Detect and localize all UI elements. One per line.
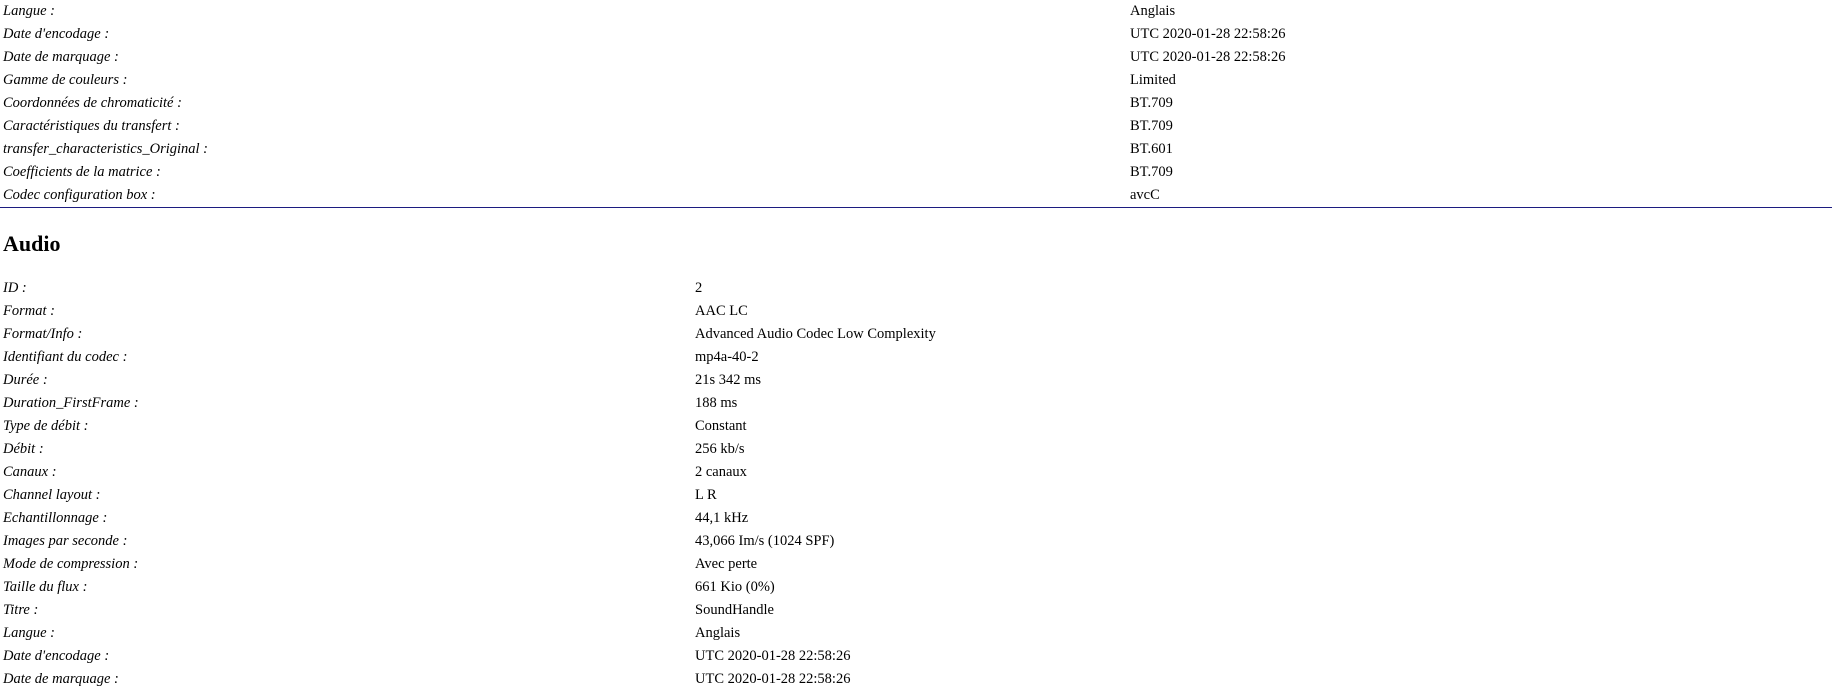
property-value: UTC 2020-01-28 22:58:26 — [1130, 26, 1286, 42]
property-value: BT.601 — [1130, 141, 1173, 157]
property-value: avcC — [1130, 187, 1160, 203]
property-value: Anglais — [695, 625, 741, 641]
property-label: Codec configuration box : — [3, 187, 156, 203]
property-value: 661 Kio (0%) — [695, 579, 775, 595]
property-label: Date de marquage : — [3, 49, 119, 65]
property-label: Canaux : — [3, 464, 57, 480]
property-label: Gamme de couleurs : — [3, 72, 128, 88]
property-label: Images par seconde : — [3, 533, 128, 549]
property-value: Anglais — [1130, 3, 1176, 19]
property-label: Coefficients de la matrice : — [3, 164, 161, 180]
property-label: Format/Info : — [3, 326, 83, 342]
property-value: AAC LC — [695, 303, 748, 319]
property-label: Titre : — [3, 602, 39, 618]
property-label: Coordonnées de chromaticité : — [3, 95, 182, 111]
property-value: UTC 2020-01-28 22:58:26 — [695, 648, 851, 664]
property-value: UTC 2020-01-28 22:58:26 — [1130, 49, 1286, 65]
property-value: 256 kb/s — [695, 441, 745, 457]
property-label: Date d'encodage : — [3, 648, 110, 664]
property-value: 21s 342 ms — [695, 372, 762, 388]
property-label: Echantillonnage : — [3, 510, 108, 526]
property-value: Limited — [1130, 72, 1176, 88]
property-label: Mode de compression : — [3, 556, 139, 572]
property-label: Langue : — [3, 625, 55, 641]
property-label: Taille du flux : — [3, 579, 88, 595]
property-value: Advanced Audio Codec Low Complexity — [695, 326, 936, 342]
section-title: Audio — [3, 231, 61, 256]
property-value: Constant — [695, 418, 747, 434]
property-label: Durée : — [3, 372, 48, 388]
property-value: SoundHandle — [695, 602, 774, 618]
property-value: mp4a-40-2 — [695, 349, 759, 365]
property-label: ID : — [3, 280, 27, 296]
property-value: 44,1 kHz — [695, 510, 749, 526]
property-label: Date de marquage : — [3, 671, 119, 687]
property-label: Débit : — [3, 441, 44, 457]
property-value: UTC 2020-01-28 22:58:26 — [695, 671, 851, 687]
property-value: L R — [695, 487, 717, 503]
property-value: BT.709 — [1130, 118, 1173, 134]
property-label: Format : — [3, 303, 55, 319]
property-value: 188 ms — [695, 395, 738, 411]
section-divider — [0, 207, 1832, 208]
property-value: 2 — [695, 280, 703, 296]
property-value: BT.709 — [1130, 164, 1173, 180]
property-label: transfer_characteristics_Original : — [3, 141, 209, 157]
property-label: Type de débit : — [3, 418, 89, 434]
property-label: Duration_FirstFrame : — [3, 395, 139, 411]
property-label: Caractéristiques du transfert : — [3, 118, 180, 134]
property-value: BT.709 — [1130, 95, 1173, 111]
property-label: Langue : — [3, 3, 55, 19]
property-value: 43,066 Im/s (1024 SPF) — [695, 533, 835, 549]
property-label: Identifiant du codec : — [3, 349, 128, 365]
property-label: Channel layout : — [3, 487, 101, 503]
property-value: Avec perte — [695, 556, 758, 572]
property-value: 2 canaux — [695, 464, 747, 480]
property-label: Date d'encodage : — [3, 26, 110, 42]
